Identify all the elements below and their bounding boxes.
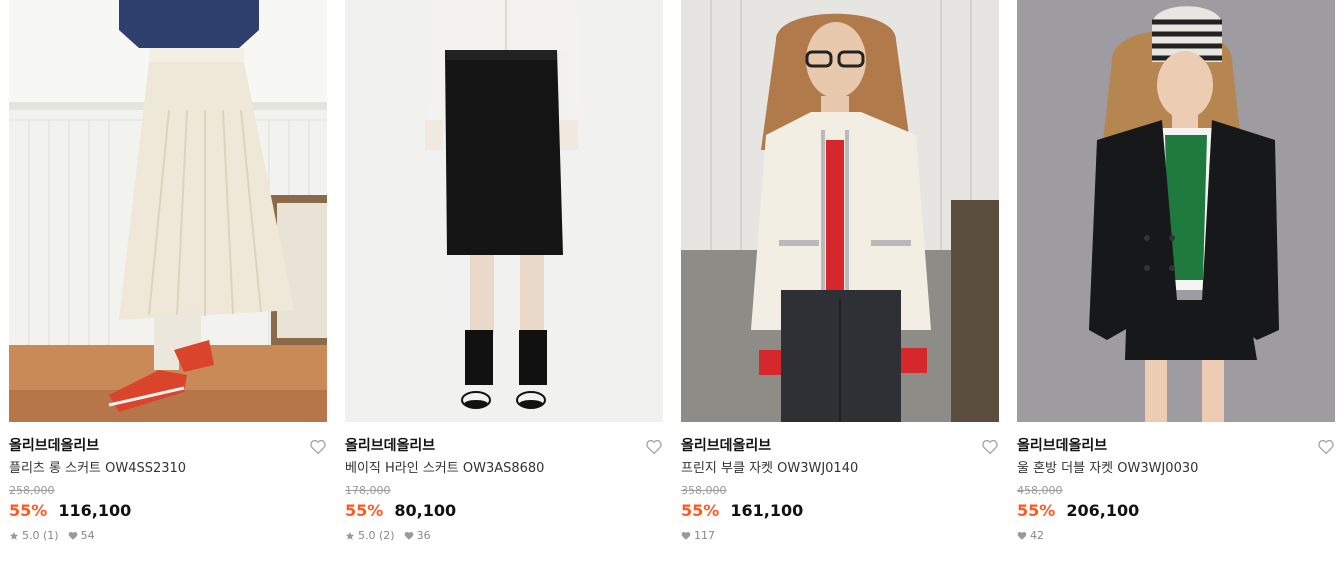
sale-price: 116,100	[58, 501, 132, 520]
heart-icon	[1017, 532, 1027, 540]
sale-price: 206,100	[1066, 501, 1140, 520]
likes: 42	[1017, 529, 1044, 543]
product-card[interactable]: 올리브데올리브 플리츠 롱 스커트 OW4SS2310 258,000 55% …	[9, 0, 327, 543]
original-price: 258,000	[9, 484, 55, 497]
double-jacket-photo	[1017, 0, 1335, 422]
product-image[interactable]	[1017, 0, 1335, 422]
original-price: 178,000	[345, 484, 391, 497]
product-info: 올리브데올리브 프린지 부클 자켓 OW3WJ0140 358,000 55% …	[681, 422, 999, 543]
product-name[interactable]: 플리츠 롱 스커트 OW4SS2310	[9, 459, 327, 479]
like-count: 117	[694, 529, 715, 542]
sale-price: 161,100	[730, 501, 804, 520]
product-image[interactable]	[9, 0, 327, 422]
price-row: 55% 80,100	[345, 500, 663, 522]
product-name[interactable]: 베이직 H라인 스커트 OW3AS8680	[345, 459, 663, 479]
brand-name[interactable]: 올리브데올리브	[345, 436, 663, 456]
discount-rate: 55%	[345, 501, 384, 520]
wishlist-heart-icon[interactable]	[645, 438, 663, 456]
price-row: 55% 206,100	[1017, 500, 1335, 522]
product-card[interactable]: 올리브데올리브 울 혼방 더블 자켓 OW3WJ0030 458,000 55%…	[1017, 0, 1335, 543]
product-card[interactable]: 올리브데올리브 베이직 H라인 스커트 OW3AS8680 178,000 55…	[345, 0, 663, 543]
product-stats: 5.0 (2) 36	[345, 529, 663, 543]
star-icon	[345, 531, 355, 540]
star-icon	[9, 531, 19, 540]
heart-icon	[681, 532, 691, 540]
discount-rate: 55%	[1017, 501, 1056, 520]
product-stats: 5.0 (1) 54	[9, 529, 327, 543]
product-name[interactable]: 울 혼방 더블 자켓 OW3WJ0030	[1017, 459, 1335, 479]
boucle-jacket-photo	[681, 0, 999, 422]
product-name[interactable]: 프린지 부클 자켓 OW3WJ0140	[681, 459, 999, 479]
product-image[interactable]	[681, 0, 999, 422]
original-price: 458,000	[1017, 484, 1063, 497]
wishlist-heart-icon[interactable]	[981, 438, 999, 456]
price-row: 55% 161,100	[681, 500, 999, 522]
rating: 5.0 (2)	[345, 529, 395, 543]
rating-value: 5.0	[358, 529, 376, 542]
product-card[interactable]: 올리브데올리브 프린지 부클 자켓 OW3WJ0140 358,000 55% …	[681, 0, 999, 543]
like-count: 42	[1030, 529, 1044, 542]
discount-rate: 55%	[9, 501, 48, 520]
rating-value: 5.0	[22, 529, 40, 542]
wishlist-heart-icon[interactable]	[1317, 438, 1335, 456]
product-stats: 117	[681, 529, 999, 543]
like-count: 54	[80, 529, 95, 542]
heart-icon	[404, 532, 413, 540]
heart-icon	[68, 532, 77, 540]
wishlist-heart-icon[interactable]	[309, 438, 327, 456]
rating: 5.0 (1)	[9, 529, 59, 543]
product-grid: 올리브데올리브 플리츠 롱 스커트 OW4SS2310 258,000 55% …	[0, 0, 1339, 571]
review-count: (1)	[43, 529, 59, 542]
product-info: 올리브데올리브 플리츠 롱 스커트 OW4SS2310 258,000 55% …	[9, 422, 327, 543]
likes: 54	[68, 529, 95, 543]
review-count: (2)	[379, 529, 395, 542]
brand-name[interactable]: 올리브데올리브	[1017, 436, 1335, 456]
sale-price: 80,100	[394, 501, 457, 520]
brand-name[interactable]: 올리브데올리브	[681, 436, 999, 456]
original-price: 358,000	[681, 484, 727, 497]
product-info: 올리브데올리브 울 혼방 더블 자켓 OW3WJ0030 458,000 55%…	[1017, 422, 1335, 543]
like-count: 36	[416, 529, 431, 542]
brand-name[interactable]: 올리브데올리브	[9, 436, 327, 456]
discount-rate: 55%	[681, 501, 720, 520]
price-row: 55% 116,100	[9, 500, 327, 522]
product-image[interactable]	[345, 0, 663, 422]
pleated-long-skirt-photo	[9, 0, 327, 422]
product-info: 올리브데올리브 베이직 H라인 스커트 OW3AS8680 178,000 55…	[345, 422, 663, 543]
h-line-skirt-photo	[345, 0, 663, 422]
likes: 117	[681, 529, 715, 543]
product-stats: 42	[1017, 529, 1335, 543]
likes: 36	[404, 529, 431, 543]
